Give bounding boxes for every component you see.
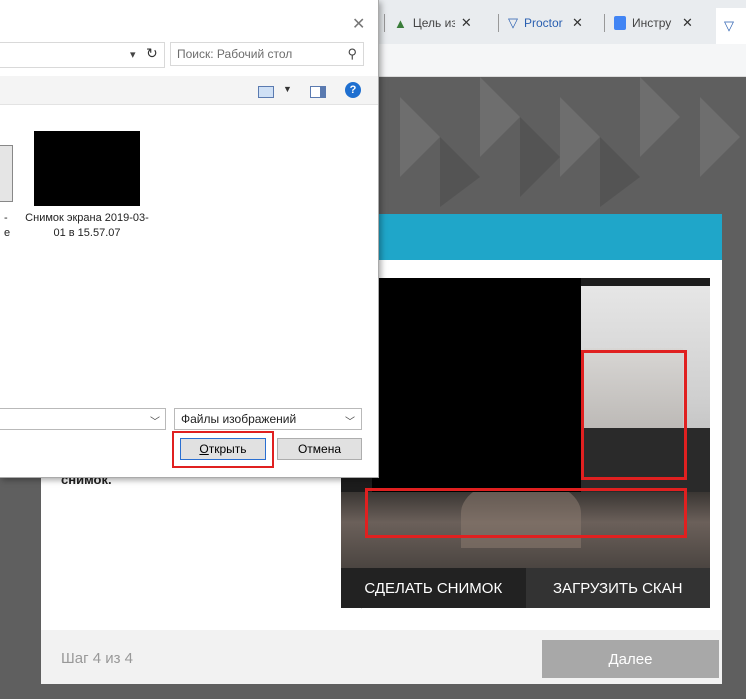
file-thumbnail[interactable] xyxy=(34,131,140,206)
step-indicator: Шаг 4 из 4 xyxy=(61,650,134,667)
tab-close-icon[interactable]: ✕ xyxy=(682,15,693,31)
search-input[interactable]: Поиск: Рабочий стол ⚲ xyxy=(170,42,364,66)
modal-footer: Шаг 4 из 4 Далее xyxy=(41,630,722,684)
tab-close-icon[interactable]: ✕ xyxy=(572,15,583,31)
path-breadcrumb[interactable] xyxy=(0,42,165,68)
filetype-selected: Файлы изображений xyxy=(181,412,297,426)
filetype-select[interactable]: Файлы изображений ﹀ xyxy=(174,408,362,430)
tab-label: Proctor xyxy=(524,16,563,30)
file-thumbnail-partial[interactable] xyxy=(0,145,13,202)
detection-box-lower xyxy=(365,488,687,538)
tab-label: Инстру xyxy=(632,16,672,30)
tab-close-icon[interactable]: ✕ xyxy=(461,15,472,31)
shield-icon: ▽ xyxy=(508,15,518,30)
search-icon: ⚲ xyxy=(347,46,357,61)
chevron-down-icon[interactable]: ▾ xyxy=(130,48,136,61)
tab-goals[interactable]: ▲ Цель из ✕ xyxy=(394,8,472,38)
file-caption-partial: e xyxy=(4,227,11,239)
preview-pane-icon[interactable] xyxy=(310,86,326,98)
filename-input[interactable] xyxy=(0,408,166,430)
capture-buttons: СДЕЛАТЬ СНИМОК ЗАГРУЗИТЬ СКАН xyxy=(341,568,710,608)
webcam-preview xyxy=(341,278,710,568)
tab-separator xyxy=(498,14,499,32)
google-docs-icon xyxy=(614,16,626,30)
tab-label: Цель из xyxy=(412,16,455,30)
file-caption[interactable]: Снимок экрана 2019-03-01 в 15.57.07 xyxy=(24,211,150,241)
chevron-down-icon: ﹀ xyxy=(345,417,355,428)
search-placeholder: Поиск: Рабочий стол xyxy=(177,47,293,61)
cancel-button[interactable]: Отмена xyxy=(277,438,362,460)
open-button[interactable]: Открыть xyxy=(180,438,266,460)
tab-separator xyxy=(604,14,605,32)
tab-active[interactable]: ▽ xyxy=(716,8,746,44)
tab-instructions[interactable]: Инстру ✕ xyxy=(614,8,693,38)
browser-tab-strip: ▲ Цель из ✕ ▽ Proctor ✕ Инстру ✕ ▽ xyxy=(378,0,746,45)
tab-separator xyxy=(384,14,385,32)
close-icon[interactable]: ✕ xyxy=(352,14,365,34)
open-label: ткрыть xyxy=(208,442,247,456)
address-bar[interactable] xyxy=(378,44,746,77)
refresh-icon[interactable]: ↻ xyxy=(146,45,158,62)
document-tree-icon: ▲ xyxy=(394,15,407,31)
view-mode-icon[interactable] xyxy=(258,86,274,98)
detection-box-upper xyxy=(581,350,687,480)
shield-icon: ▽ xyxy=(724,18,734,33)
file-caption-partial: - xyxy=(4,212,8,224)
help-icon[interactable]: ? xyxy=(345,82,361,98)
webcam-redaction xyxy=(372,278,581,492)
next-button[interactable]: Далее xyxy=(542,640,719,678)
chevron-down-icon[interactable]: ﹀ xyxy=(150,413,160,428)
tab-proctoring[interactable]: ▽ Proctor ✕ xyxy=(508,8,583,38)
upload-scan-button[interactable]: ЗАГРУЗИТЬ СКАН xyxy=(525,568,710,608)
file-open-dialog: ✕ ▾ ↻ Поиск: Рабочий стол ⚲ ▼ ? - e Сним… xyxy=(0,0,379,478)
chevron-down-icon[interactable]: ▼ xyxy=(283,84,292,94)
take-snapshot-button[interactable]: СДЕЛАТЬ СНИМОК xyxy=(341,568,526,608)
open-mnemonic: О xyxy=(199,442,209,456)
